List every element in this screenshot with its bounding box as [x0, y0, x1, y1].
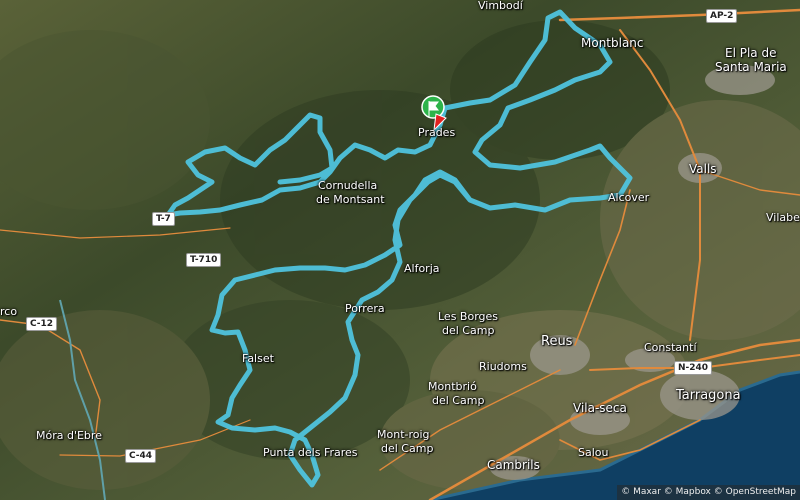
road-shield-t710: T-710: [186, 253, 222, 267]
road-shield-ap2: AP-2: [706, 9, 738, 23]
road-shield-c44: C-44: [125, 449, 157, 463]
map-attribution[interactable]: © Maxar © Mapbox © OpenStreetMap: [617, 485, 800, 500]
road-shield-c12: C-12: [26, 317, 58, 331]
road-shield-t7: T-7: [152, 212, 175, 226]
road-shield-n240: N-240: [674, 361, 713, 375]
satellite-map[interactable]: [0, 0, 800, 500]
